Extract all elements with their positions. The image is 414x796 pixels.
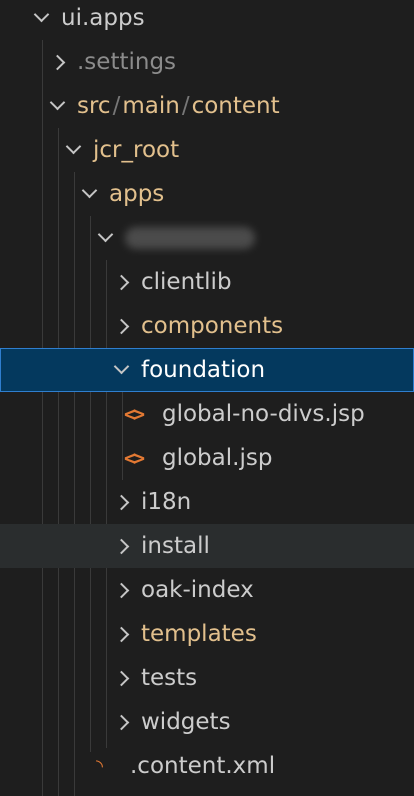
code-brackets-icon: <> [124, 446, 145, 470]
path-segment-content: content [191, 93, 280, 119]
tree-item-content-xml[interactable]: ◝ .content.xml [0, 744, 414, 788]
tree-item-label: i18n [141, 489, 192, 515]
chevron-right-icon [113, 494, 130, 510]
tree-item-label: clientlib [141, 269, 232, 295]
chevron-down-icon [65, 138, 82, 154]
tree-item-src-main-content[interactable]: src / main / content [0, 84, 414, 128]
chevron-down-icon [113, 358, 130, 374]
chevron-down-icon [81, 182, 98, 198]
chevron-right-icon [113, 626, 130, 642]
tree-item-label: components [141, 313, 284, 339]
chevron-right-icon [113, 318, 130, 334]
tree-item-redacted-folder[interactable] [0, 216, 414, 260]
tree-item-tests[interactable]: tests [0, 656, 414, 700]
path-segment-main: main [122, 93, 180, 119]
chevron-right-icon [113, 274, 130, 290]
tree-item-clientlib[interactable]: clientlib [0, 260, 414, 304]
tree-item-global-jsp[interactable]: <> global.jsp [0, 436, 414, 480]
tree-item-label: .content.xml [130, 753, 276, 779]
tree-item-label: ui.apps [61, 5, 145, 31]
tree-item-label: .settings [77, 49, 177, 75]
tree-item-label: global-no-divs.jsp [162, 401, 365, 427]
chevron-right-icon [113, 670, 130, 686]
tree-item-i18n[interactable]: i18n [0, 480, 414, 524]
tree-item-label: tests [141, 665, 198, 691]
tree-item-ui-apps[interactable]: ui.apps [0, 0, 414, 40]
tree-item-templates[interactable]: templates [0, 612, 414, 656]
tree-item-widgets[interactable]: widgets [0, 700, 414, 744]
tree-item-oak-index[interactable]: oak-index [0, 568, 414, 612]
tree-item-install[interactable]: install [0, 524, 414, 568]
chevron-right-icon [113, 538, 130, 554]
tree-item-label: global.jsp [162, 445, 273, 471]
chevron-right-icon [113, 582, 130, 598]
tree-item-settings[interactable]: .settings [0, 40, 414, 84]
tree-item-components[interactable]: components [0, 304, 414, 348]
chevron-down-icon [97, 226, 114, 242]
chevron-down-icon [33, 6, 50, 22]
tree-item-jcr-root[interactable]: jcr_root [0, 128, 414, 172]
chevron-right-icon [49, 54, 66, 70]
tree-item-label: oak-index [141, 577, 254, 603]
tree-item-label: foundation [141, 357, 266, 383]
code-brackets-icon: <> [124, 402, 145, 426]
tree-item-label: templates [141, 621, 257, 647]
path-separator: / [112, 93, 121, 119]
file-explorer-tree: ui.apps .settings src / main / content j… [0, 0, 414, 796]
chevron-down-icon [49, 94, 66, 110]
tree-item-apps[interactable]: apps [0, 172, 414, 216]
tree-item-label: widgets [141, 709, 231, 735]
path-separator: / [181, 93, 190, 119]
tree-item-label: apps [109, 181, 165, 207]
path-segment-src: src [77, 93, 111, 119]
rss-xml-icon: ◝ [96, 755, 103, 777]
tree-item-label: install [141, 533, 210, 559]
tree-item-label: jcr_root [93, 137, 180, 163]
redacted-folder-name [125, 227, 255, 249]
tree-item-global-no-divs-jsp[interactable]: <> global-no-divs.jsp [0, 392, 414, 436]
chevron-right-icon [113, 714, 130, 730]
tree-item-foundation[interactable]: foundation [0, 348, 414, 392]
